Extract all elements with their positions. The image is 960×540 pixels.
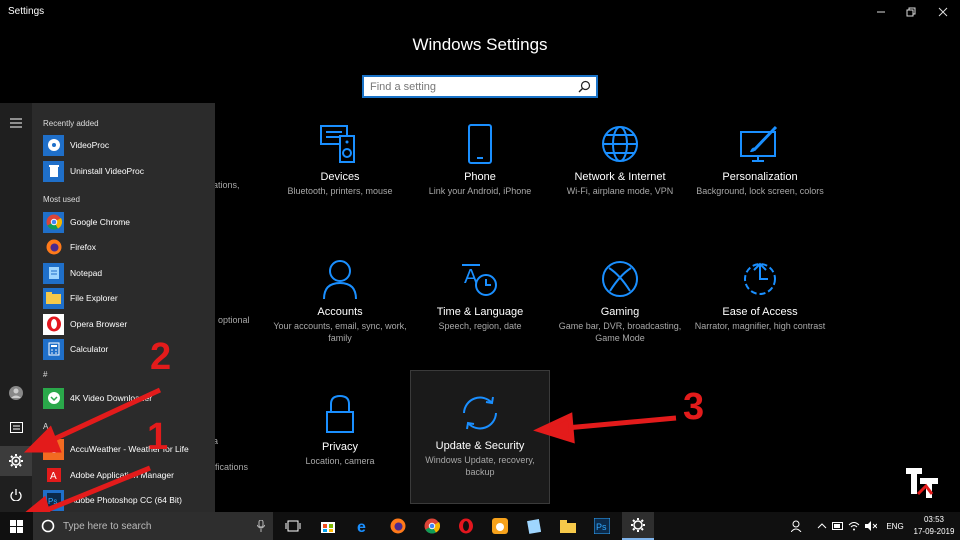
taskbar-chrome[interactable] <box>418 512 446 540</box>
notepad-icon <box>527 519 541 534</box>
speaker-muted-icon <box>865 521 877 531</box>
arrow-1 <box>41 465 151 515</box>
battery-indicator[interactable] <box>831 512 845 540</box>
input-language-indicator[interactable]: ENG <box>882 512 908 540</box>
people-button[interactable] <box>788 512 806 540</box>
taskbar-notepad[interactable] <box>520 512 548 540</box>
cortana-icon <box>41 519 55 533</box>
taskbar-uc-browser[interactable] <box>486 512 514 540</box>
network-indicator[interactable] <box>847 512 861 540</box>
taskbar: Type here to search e Ps ENG 03:53 17-09… <box>0 512 960 540</box>
edge-icon: e <box>357 519 366 534</box>
opera-icon <box>459 518 473 534</box>
annotation-number-2: 2 <box>150 336 172 378</box>
taskbar-opera[interactable] <box>452 512 480 540</box>
clock-date: 17-09-2019 <box>913 527 955 536</box>
task-view-icon <box>285 520 301 532</box>
volume-indicator[interactable] <box>863 512 879 540</box>
show-hidden-icons-button[interactable] <box>814 512 830 540</box>
taskbar-photoshop[interactable]: Ps <box>588 512 616 540</box>
taskbar-search[interactable]: Type here to search <box>33 512 273 540</box>
svg-text:Ps: Ps <box>596 522 607 532</box>
chrome-icon <box>424 518 440 534</box>
taskbar-edge[interactable]: e <box>350 512 378 540</box>
taskbar-file-explorer[interactable] <box>554 512 582 540</box>
gear-icon <box>631 518 645 532</box>
arrow-2-head <box>23 425 62 453</box>
taskbar-settings[interactable] <box>622 512 654 540</box>
photoshop-icon: Ps <box>594 518 610 534</box>
task-view-button[interactable] <box>280 512 306 540</box>
store-icon <box>321 522 335 533</box>
taskbar-search-placeholder: Type here to search <box>63 520 152 532</box>
language-label: ENG <box>886 521 904 531</box>
microphone-icon <box>257 520 265 532</box>
firefox-icon <box>390 518 406 534</box>
arrow-3 <box>565 415 677 431</box>
start-button[interactable] <box>0 512 33 540</box>
annotation-number-3: 3 <box>683 386 705 428</box>
windows-logo-icon <box>10 519 23 533</box>
watermark-logo <box>906 468 938 498</box>
uc-browser-icon <box>492 518 508 534</box>
folder-icon <box>560 519 576 533</box>
people-icon <box>791 520 802 532</box>
arrow-2 <box>50 387 162 443</box>
taskbar-firefox[interactable] <box>384 512 412 540</box>
taskbar-store[interactable] <box>314 512 342 540</box>
annotation-arrows <box>15 387 677 523</box>
svg-text:e: e <box>357 519 366 534</box>
clock[interactable]: 03:53 17-09-2019 <box>912 514 956 538</box>
wifi-icon <box>848 522 860 531</box>
annotation-number-1: 1 <box>147 416 169 458</box>
arrow-3-head <box>533 412 575 444</box>
chevron-up-icon <box>817 523 827 529</box>
clock-time: 03:53 <box>923 515 945 524</box>
battery-icon <box>832 522 843 530</box>
